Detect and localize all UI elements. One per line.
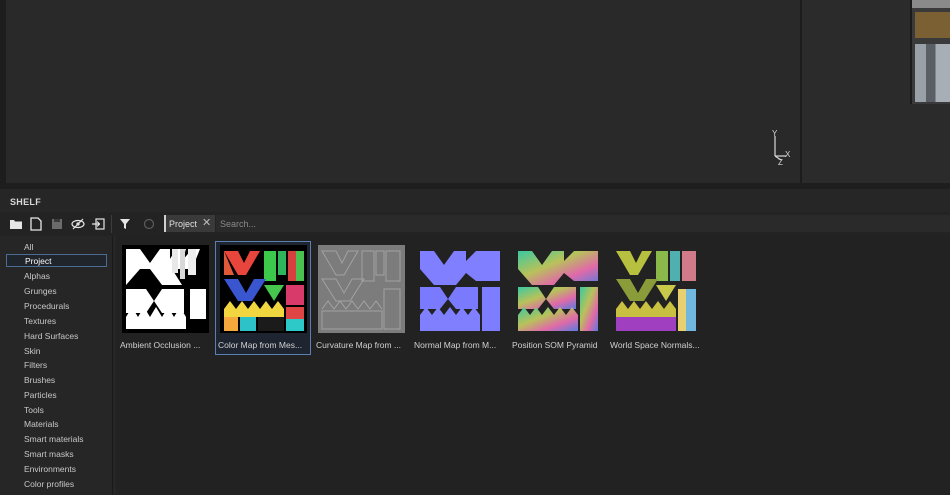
category-tools[interactable]: Tools — [6, 403, 107, 416]
asset-grid: Ambient Occlusion ... Color Map from Mes… — [116, 236, 950, 495]
world-space-normals-thumb — [612, 245, 699, 333]
asset-label: Ambient Occlusion ... — [120, 340, 201, 350]
asset-tile[interactable]: World Space Normals... — [608, 242, 702, 354]
refresh-icon[interactable] — [141, 216, 157, 232]
category-hard-surfaces[interactable]: Hard Surfaces — [6, 329, 107, 342]
asset-tile[interactable]: Ambient Occlusion ... — [118, 242, 212, 354]
category-procedurals[interactable]: Procedurals — [6, 299, 107, 312]
axis-x-label: X — [785, 150, 791, 159]
curvature-map-thumb — [318, 245, 405, 333]
shelf-title: SHELF — [10, 197, 42, 207]
swatch-grey — [912, 0, 950, 8]
color-map-thumb — [220, 245, 307, 333]
active-filter-label: Project — [169, 218, 198, 229]
asset-tile[interactable]: Position SOM Pyramid — [510, 242, 604, 354]
new-file-icon[interactable] — [28, 216, 44, 232]
texture-preview-stack — [910, 0, 950, 104]
category-project[interactable]: Project — [6, 254, 107, 267]
toolbar-separator — [111, 215, 112, 233]
category-skin[interactable]: Skin — [6, 344, 107, 357]
category-filters[interactable]: Filters — [6, 358, 107, 371]
asset-label: Position SOM Pyramid — [512, 340, 598, 350]
active-filter-tag[interactable]: Project ✕ — [164, 215, 216, 232]
category-grunges[interactable]: Grunges — [6, 284, 107, 297]
asset-tile[interactable]: Color Map from Mes... — [215, 241, 311, 355]
folder-icon[interactable] — [8, 216, 24, 232]
asset-label: World Space Normals... — [610, 340, 700, 350]
ambient-occlusion-thumb — [122, 245, 209, 333]
asset-tile[interactable]: Curvature Map from ... — [314, 242, 408, 354]
category-smart-materials[interactable]: Smart materials — [6, 432, 107, 445]
panel-splitter[interactable] — [0, 183, 950, 189]
category-materials[interactable]: Materials — [6, 417, 107, 430]
remove-filter-icon[interactable]: ✕ — [202, 218, 211, 229]
import-icon[interactable] — [90, 216, 106, 232]
category-brushes[interactable]: Brushes — [6, 373, 107, 386]
filter-icon[interactable] — [117, 216, 133, 232]
axis-z-label: Z — [778, 158, 783, 166]
viewport-edge — [0, 0, 6, 183]
swatch-brown — [915, 12, 950, 38]
category-textures[interactable]: Textures — [6, 314, 107, 327]
axis-gizmo-icon: Y X Z — [772, 129, 791, 166]
asset-label: Normal Map from M... — [414, 340, 497, 350]
swatch-metal — [915, 44, 950, 102]
asset-tile[interactable]: Normal Map from M... — [412, 242, 506, 354]
category-smart-masks[interactable]: Smart masks — [6, 447, 107, 460]
asset-label: Curvature Map from ... — [316, 340, 402, 350]
position-map-thumb — [514, 245, 601, 333]
search-input[interactable] — [216, 215, 950, 232]
category-all[interactable]: All — [6, 240, 107, 253]
asset-label: Color Map from Mes... — [218, 340, 303, 350]
category-particles[interactable]: Particles — [6, 388, 107, 401]
hide-icon[interactable] — [70, 216, 86, 232]
shelf-toolbar: Project ✕ — [0, 212, 950, 236]
category-environments[interactable]: Environments — [6, 462, 107, 475]
3d-viewport[interactable]: Y X Z — [0, 0, 950, 183]
save-icon[interactable] — [49, 216, 65, 232]
axis-y-label: Y — [772, 129, 778, 138]
category-sidebar: All Project Alphas Grunges Procedurals T… — [0, 236, 113, 495]
category-alphas[interactable]: Alphas — [6, 269, 107, 282]
category-color-profiles[interactable]: Color profiles — [6, 477, 107, 490]
normal-map-thumb — [416, 245, 503, 333]
